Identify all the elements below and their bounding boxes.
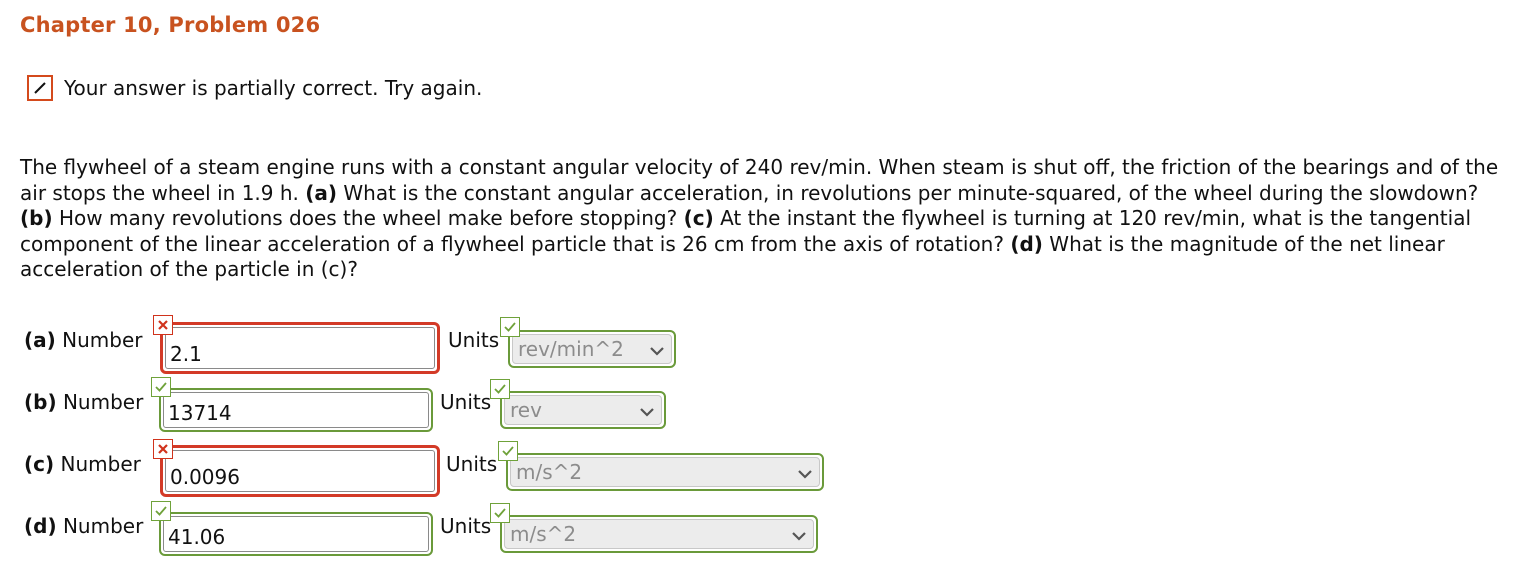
chevron-down-icon: [791, 522, 807, 546]
answer-b-number-input[interactable]: 13714: [163, 392, 429, 428]
answer-d-units-label: Units: [440, 514, 492, 538]
correct-icon: [498, 441, 518, 461]
chevron-down-icon: [797, 460, 813, 484]
chevron-down-icon: [649, 337, 665, 361]
answer-b-units-select[interactable]: rev: [500, 391, 666, 429]
part-c-tag: (c): [683, 206, 714, 231]
answer-a-label: (a) Number: [24, 328, 143, 352]
answer-c-unit-value: m/s^2: [516, 460, 583, 484]
answer-d-units-select[interactable]: m/s^2: [500, 515, 818, 553]
answer-b-label: (b) Number: [24, 390, 144, 414]
part-d-tag: (d): [1010, 231, 1043, 256]
answer-a-unit-value: rev/min^2: [518, 337, 624, 361]
answer-a-number-input[interactable]: 2.1: [165, 327, 435, 369]
answer-b-number-field[interactable]: 13714: [159, 388, 433, 432]
chevron-down-icon: [639, 398, 655, 422]
correct-icon: [490, 503, 510, 523]
correct-icon: [151, 377, 171, 397]
answer-c-label: (c) Number: [24, 452, 141, 476]
incorrect-icon: [153, 315, 173, 335]
answer-d-number-input[interactable]: 41.06: [163, 516, 429, 552]
incorrect-icon: [153, 439, 173, 459]
answer-d-number-field[interactable]: 41.06: [159, 512, 433, 556]
answer-b-units-label: Units: [440, 390, 492, 414]
answer-c-number-field[interactable]: 0.0096: [160, 445, 440, 497]
problem-text-2: What is the constant angular acceleratio…: [337, 180, 1479, 205]
problem-text-3: How many revolutions does the wheel make…: [52, 206, 684, 231]
answer-a-units-select[interactable]: rev/min^2: [508, 330, 676, 368]
answer-c-units-label: Units: [446, 452, 498, 476]
status-message: Your answer is partially correct. Try ag…: [64, 76, 483, 100]
answer-b-unit-value: rev: [510, 398, 542, 422]
answer-a-number-field[interactable]: 2.1: [160, 322, 440, 374]
part-a-tag: (a): [305, 180, 338, 205]
answer-a-units-label: Units: [448, 328, 500, 352]
pencil-icon: [27, 75, 53, 101]
page-title: Chapter 10, Problem 026: [20, 13, 321, 37]
part-b-tag: (b): [20, 206, 53, 231]
answer-d-label: (d) Number: [24, 514, 144, 538]
problem-statement: The flywheel of a steam engine runs with…: [20, 155, 1500, 283]
correct-icon: [500, 317, 520, 337]
answer-c-units-select[interactable]: m/s^2: [506, 453, 824, 491]
correct-icon: [490, 379, 510, 399]
correct-icon: [151, 501, 171, 521]
answer-c-number-input[interactable]: 0.0096: [165, 450, 435, 492]
answer-d-unit-value: m/s^2: [510, 522, 577, 546]
